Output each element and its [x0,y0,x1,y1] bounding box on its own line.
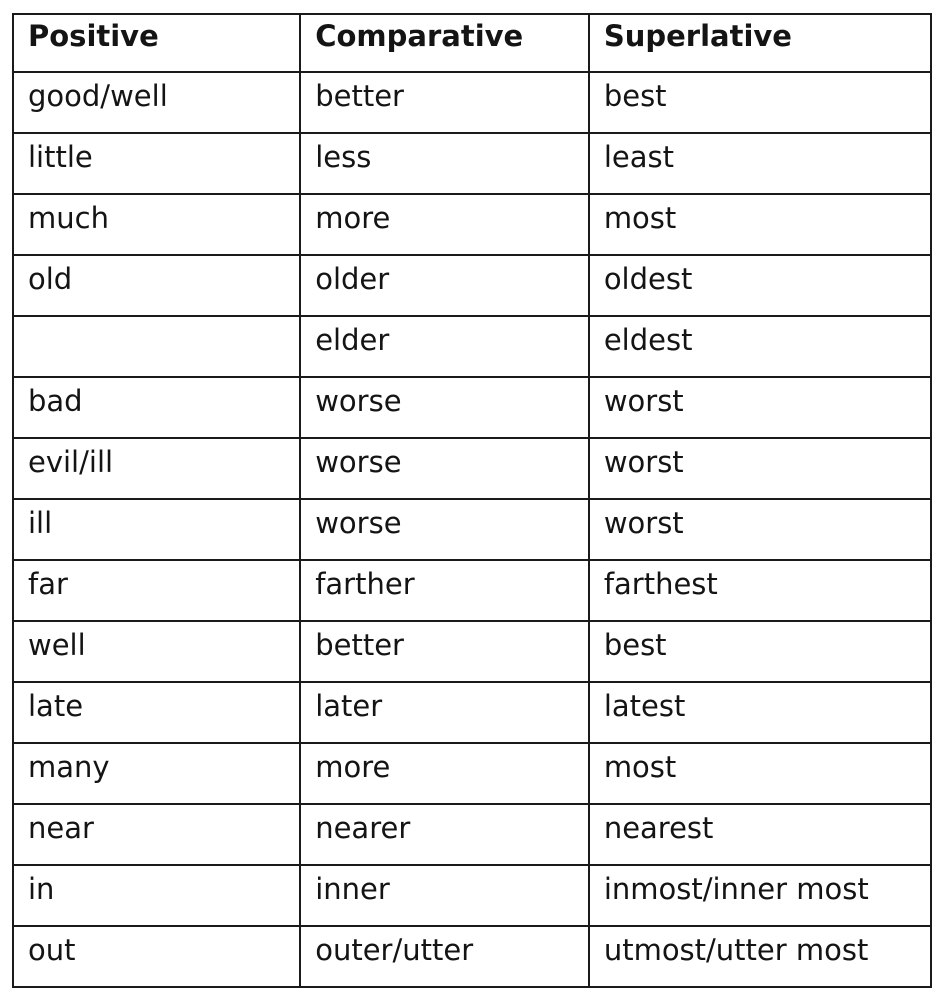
superlative-cell: least [587,132,933,195]
table-row: evil/ill worse worst [11,437,933,500]
positive-cell: late [11,681,302,744]
comparative-cell: outer/utter [299,925,590,988]
superlative-cell: nearest [587,803,933,866]
superlative-cell: best [587,71,933,134]
superlative-cell: most [587,742,933,805]
table-row: bad worse worst [11,376,933,439]
superlative-cell: farthest [587,559,933,622]
positive-cell: in [11,864,302,927]
positive-cell: far [11,559,302,622]
table-row: ill worse worst [11,498,933,561]
header-comparative: Comparative [299,13,590,73]
table-row: well better best [11,620,933,683]
table-row: in inner inmost/inner most [11,864,933,927]
table-row: little less least [11,132,933,195]
superlative-cell: best [587,620,933,683]
table-row: many more most [11,742,933,805]
comparative-cell: inner [299,864,590,927]
comparative-cell: worse [299,498,590,561]
superlative-cell: most [587,193,933,256]
comparative-cell: worse [299,376,590,439]
comparative-cell: elder [299,315,590,378]
table-row: old older oldest [11,254,933,317]
comparative-cell: worse [299,437,590,500]
superlative-cell: utmost/utter most [587,925,933,988]
positive-cell: near [11,803,302,866]
table-row: good/well better best [11,71,933,134]
table-row: much more most [11,193,933,256]
superlative-cell: latest [587,681,933,744]
comparative-cell: older [299,254,590,317]
header-row: Positive Comparative Superlative [11,13,933,73]
positive-cell: good/well [11,71,302,134]
superlative-cell: eldest [587,315,933,378]
positive-cell: well [11,620,302,683]
superlative-cell: worst [587,376,933,439]
comparative-cell: more [299,742,590,805]
header-positive: Positive [11,13,302,73]
comparative-cell: later [299,681,590,744]
table-row: out outer/utter utmost/utter most [11,925,933,988]
superlative-cell: worst [587,498,933,561]
positive-cell: many [11,742,302,805]
positive-cell: out [11,925,302,988]
table-row: near nearer nearest [11,803,933,866]
positive-cell: much [11,193,302,256]
comparative-cell: better [299,71,590,134]
positive-cell: bad [11,376,302,439]
comparative-cell: nearer [299,803,590,866]
positive-cell: evil/ill [11,437,302,500]
positive-cell [11,315,302,378]
positive-cell: little [11,132,302,195]
comparative-cell: better [299,620,590,683]
comparative-cell: farther [299,559,590,622]
superlative-cell: worst [587,437,933,500]
table-row: late later latest [11,681,933,744]
comparison-table: Positive Comparative Superlative good/we… [11,13,933,988]
positive-cell: ill [11,498,302,561]
comparative-cell: more [299,193,590,256]
table-row: far farther farthest [11,559,933,622]
table-row: elder eldest [11,315,933,378]
comparative-cell: less [299,132,590,195]
superlative-cell: inmost/inner most [587,864,933,927]
positive-cell: old [11,254,302,317]
superlative-cell: oldest [587,254,933,317]
header-superlative: Superlative [587,13,933,73]
